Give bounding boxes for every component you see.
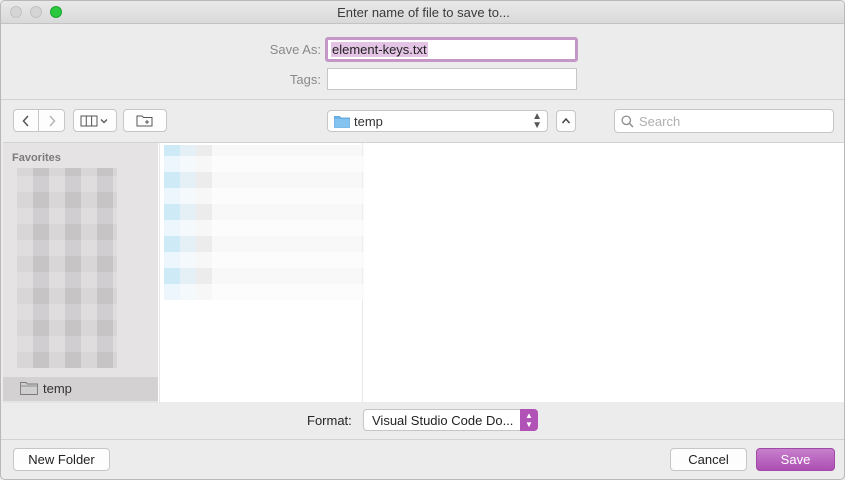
columns-view-icon xyxy=(80,115,108,126)
save-as-value: element-keys.txt xyxy=(331,42,428,57)
blurred-sidebar-items xyxy=(17,168,117,368)
chevron-right-icon xyxy=(48,114,56,127)
sidebar: Favorites temp xyxy=(3,143,158,403)
expand-collapse-button[interactable] xyxy=(556,110,576,132)
forward-button[interactable] xyxy=(38,109,65,132)
save-as-label: Save As: xyxy=(269,42,321,57)
window-title: Enter name of file to save to... xyxy=(337,5,510,20)
toolbar-divider xyxy=(1,99,844,100)
up-down-arrows-icon: ▲ ▼ xyxy=(532,111,542,131)
search-icon xyxy=(621,115,634,128)
chevron-up-icon xyxy=(561,117,571,124)
format-select[interactable]: Visual Studio Code Do... ▲ ▼ xyxy=(363,409,538,431)
tags-label: Tags: xyxy=(289,72,321,87)
search-placeholder: Search xyxy=(639,114,681,129)
chevron-left-icon xyxy=(22,114,29,127)
save-button[interactable]: Save xyxy=(756,448,835,471)
browser-column xyxy=(159,143,364,403)
title-bar: Enter name of file to save to... xyxy=(1,1,844,24)
location-label: temp xyxy=(354,114,383,129)
format-value: Visual Studio Code Do... xyxy=(372,413,514,428)
favorites-heading: Favorites xyxy=(12,152,61,164)
save-dialog: Enter name of file to save to... Save As… xyxy=(0,0,845,480)
tags-field[interactable] xyxy=(327,68,577,90)
format-label: Format: xyxy=(307,413,352,428)
save-as-field[interactable]: element-keys.txt xyxy=(325,37,578,62)
view-options-button[interactable] xyxy=(73,109,117,132)
up-down-arrows-icon: ▲ ▼ xyxy=(520,409,538,431)
back-button[interactable] xyxy=(13,109,39,132)
cancel-button[interactable]: Cancel xyxy=(670,448,747,471)
folder-icon xyxy=(20,382,38,395)
location-popup[interactable]: temp ▲ ▼ xyxy=(327,110,548,132)
search-field[interactable]: Search xyxy=(614,109,834,133)
folder-icon xyxy=(334,116,350,128)
file-browser: Favorites temp xyxy=(3,142,844,403)
footer-divider xyxy=(1,439,844,440)
sidebar-item-label: temp xyxy=(43,381,72,396)
new-folder-button[interactable]: New Folder xyxy=(13,448,110,471)
blurred-file-list-overlay xyxy=(164,145,364,300)
new-folder-icon xyxy=(136,115,153,127)
new-folder-toolbar-button[interactable] xyxy=(123,109,167,132)
sidebar-item-temp[interactable]: temp xyxy=(3,377,158,401)
